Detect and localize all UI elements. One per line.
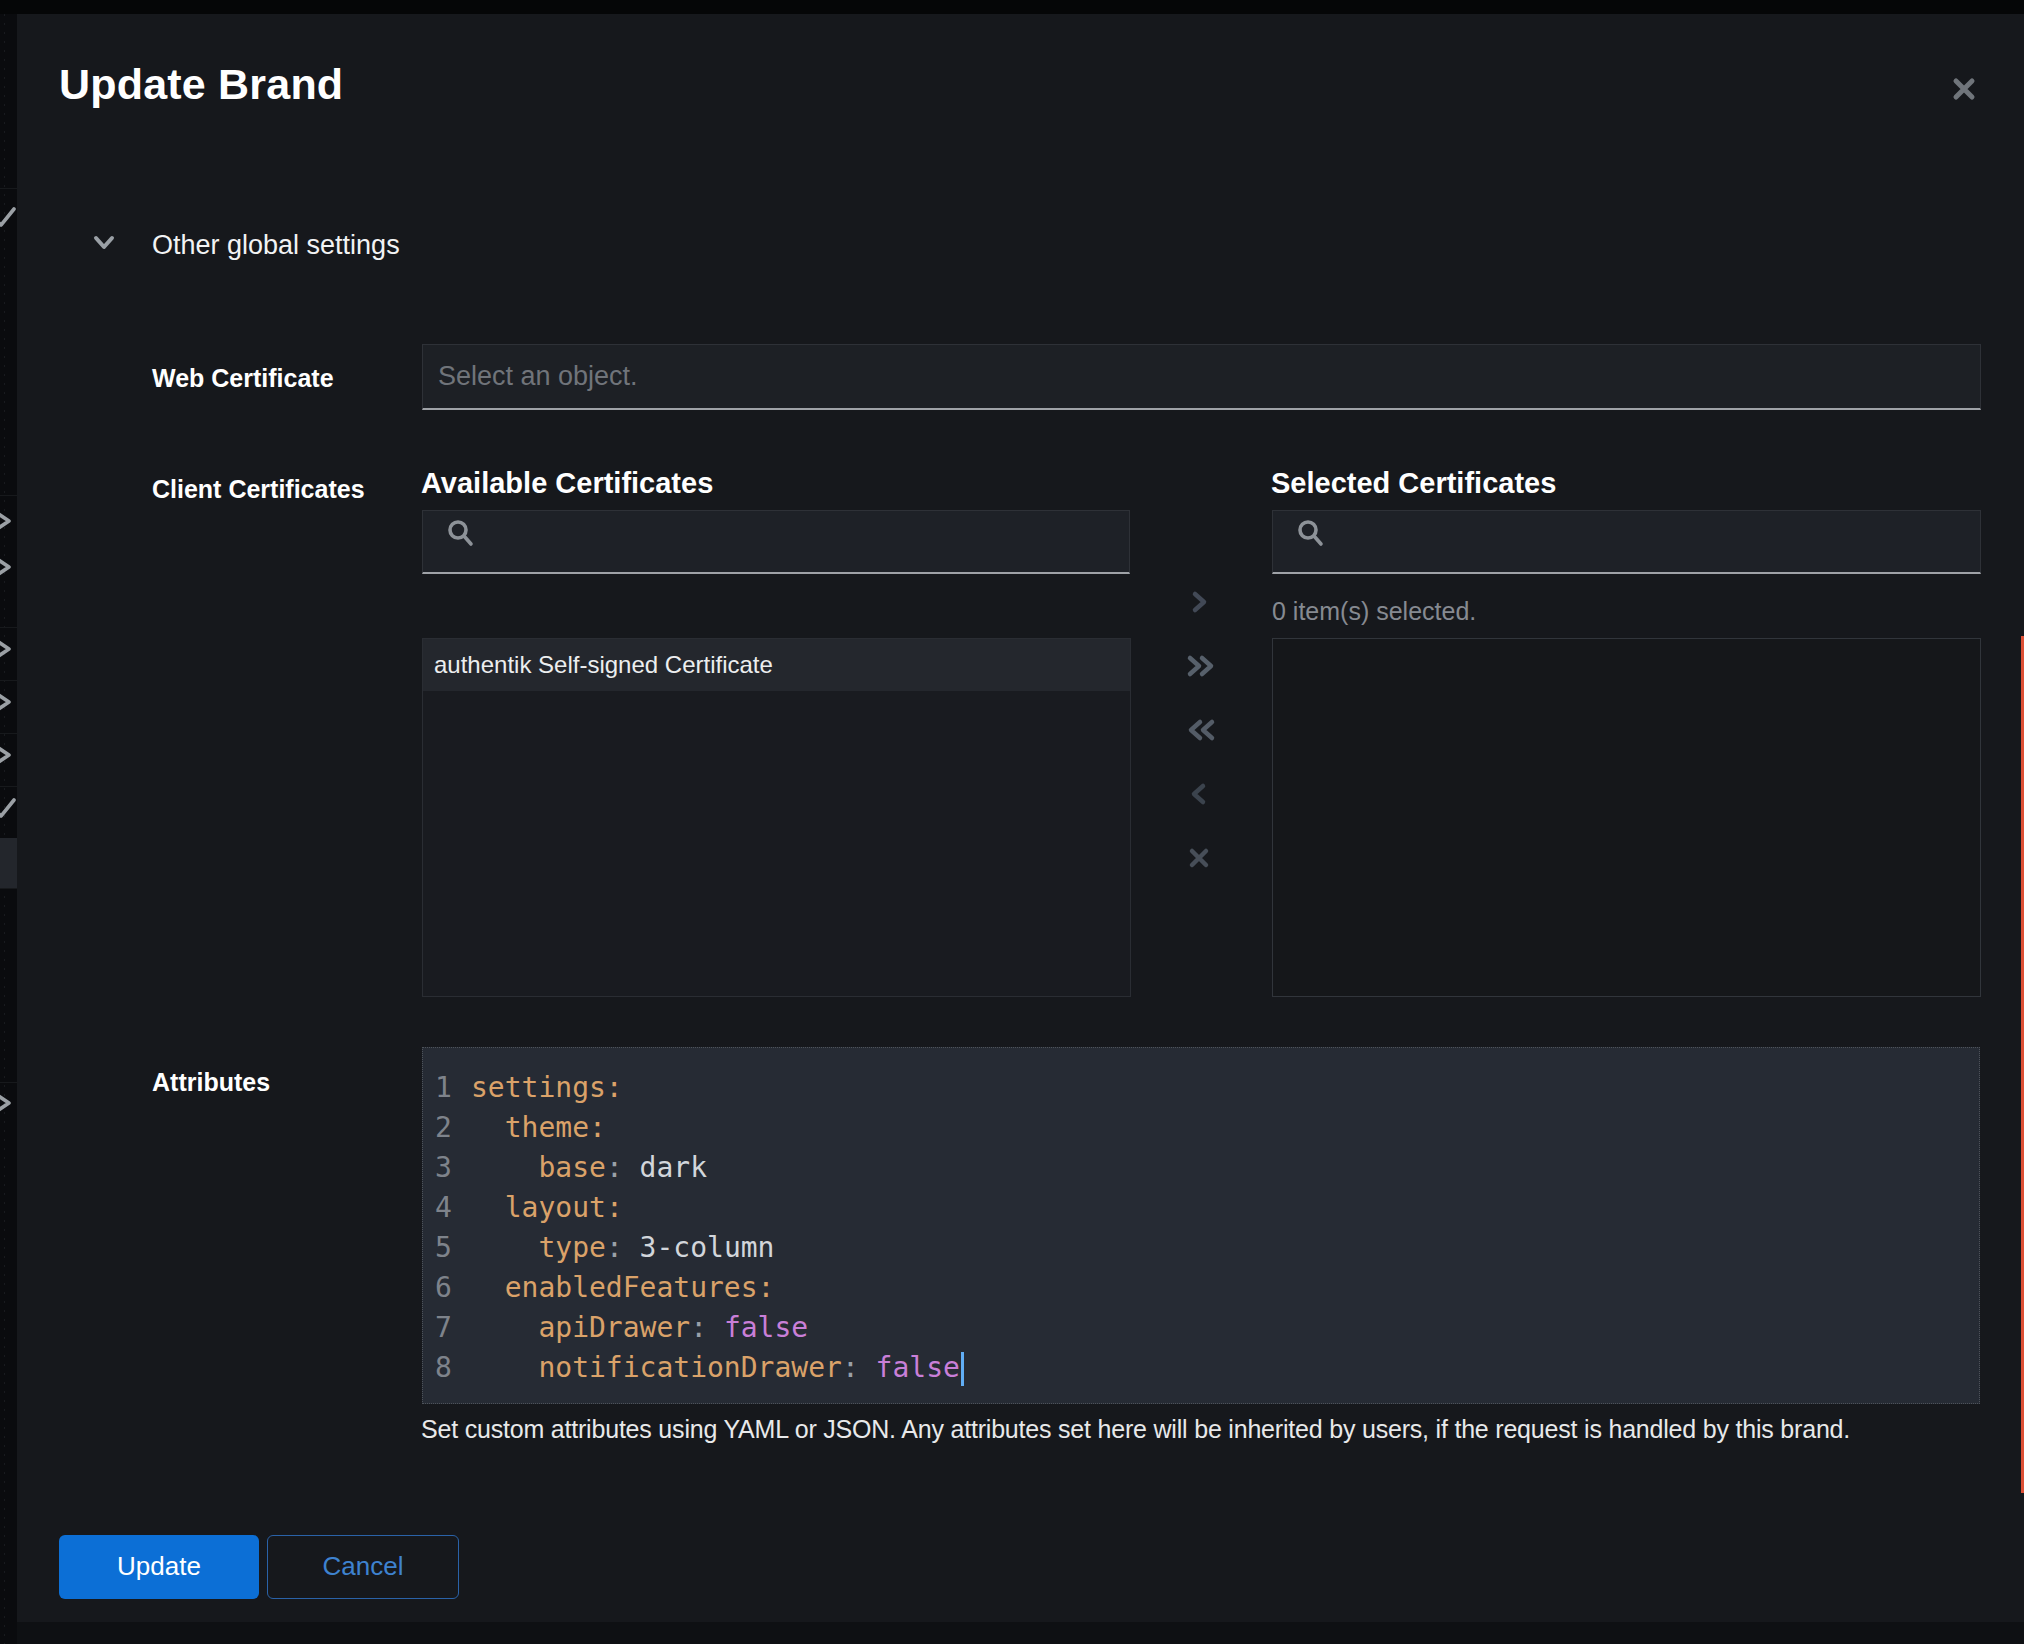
dual-list-controls (1184, 587, 1214, 907)
sidebar-divider (0, 680, 17, 681)
web-certificate-select[interactable]: Select an object. (422, 344, 1981, 410)
move-all-left-icon[interactable] (1184, 715, 1214, 745)
code-lines: 1settings:2 theme:3 base: dark4 layout:5… (435, 1068, 1979, 1388)
sidebar-divider (0, 188, 17, 189)
move-selected-left-icon[interactable] (1184, 779, 1214, 809)
client-certificates-label: Client Certificates (152, 475, 365, 504)
clear-icon[interactable] (1184, 843, 1214, 873)
sidebar-divider (0, 627, 17, 628)
code-line: 5 type: 3-column (435, 1228, 1979, 1268)
update-button[interactable]: Update (59, 1535, 259, 1599)
available-certificates-list[interactable]: authentik Self-signed Certificate (422, 638, 1131, 997)
sidebar-divider (0, 733, 17, 734)
code-line: 7 apiDrawer: false (435, 1308, 1979, 1348)
chevron-right-icon (0, 742, 17, 772)
cancel-button[interactable]: Cancel (267, 1535, 459, 1599)
code-line: 4 layout: (435, 1188, 1979, 1228)
sidebar-selected-item (0, 838, 17, 888)
selected-count-status: 0 item(s) selected. (1272, 597, 1476, 625)
search-icon (447, 519, 475, 549)
attributes-code-editor[interactable]: 1settings:2 theme:3 base: dark4 layout:5… (422, 1047, 1980, 1404)
close-icon[interactable] (1951, 76, 1991, 116)
text-cursor (961, 1352, 964, 1386)
chevron-right-icon (0, 636, 17, 666)
sidebar-divider (0, 786, 17, 787)
selected-search-input[interactable] (1272, 510, 1981, 574)
move-selected-right-icon[interactable] (1184, 587, 1214, 617)
background-sidebar-strip (0, 14, 17, 1644)
code-line: 1settings: (435, 1068, 1979, 1108)
code-line: 6 enabledFeatures: (435, 1268, 1979, 1308)
chevron-right-icon (0, 508, 17, 538)
chevron-right-icon (0, 689, 17, 719)
attributes-help-text: Set custom attributes using YAML or JSON… (421, 1414, 1941, 1444)
list-item[interactable]: authentik Self-signed Certificate (423, 639, 1130, 691)
section-toggle-label[interactable]: Other global settings (152, 230, 400, 261)
search-icon (1297, 519, 1325, 549)
chevron-right-icon (0, 554, 17, 584)
modal-title: Update Brand (59, 60, 343, 108)
chevron-right-icon (0, 1090, 17, 1120)
page-bottom-band (17, 1622, 2024, 1644)
web-certificate-placeholder: Select an object. (438, 345, 638, 407)
available-search-input[interactable] (422, 510, 1130, 574)
top-bar (0, 0, 2024, 14)
check-icon (0, 204, 17, 234)
code-line: 8 notificationDrawer: false (435, 1348, 1979, 1388)
web-certificate-label: Web Certificate (152, 364, 334, 393)
sidebar-divider (0, 888, 17, 889)
available-certificates-heading: Available Certificates (421, 466, 713, 500)
sidebar-divider (0, 1082, 17, 1083)
sidebar-dotted-guide (4, 14, 5, 1644)
attributes-label: Attributes (152, 1068, 270, 1097)
move-all-right-icon[interactable] (1184, 651, 1214, 681)
code-line: 3 base: dark (435, 1148, 1979, 1188)
code-line: 2 theme: (435, 1108, 1979, 1148)
selected-certificates-heading: Selected Certificates (1271, 466, 1556, 500)
chevron-down-icon[interactable] (92, 235, 116, 255)
sidebar-divider (0, 495, 17, 496)
selected-certificates-list[interactable] (1272, 638, 1981, 997)
check-icon (0, 795, 17, 825)
